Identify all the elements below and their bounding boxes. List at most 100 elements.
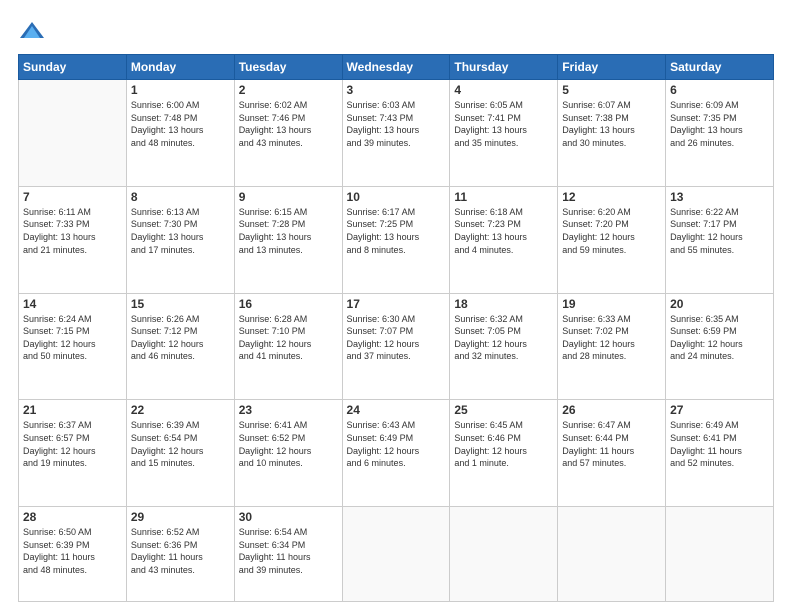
calendar-cell [558, 507, 666, 602]
calendar-cell: 1 Sunrise: 6:00 AMSunset: 7:48 PMDaylight… [126, 80, 234, 187]
calendar-cell: 17 Sunrise: 6:30 AMSunset: 7:07 PMDayligh… [342, 293, 450, 400]
calendar-cell [342, 507, 450, 602]
day-number: 6 [670, 83, 769, 97]
calendar-cell: 21 Sunrise: 6:37 AMSunset: 6:57 PMDayligh… [19, 400, 127, 507]
day-number: 18 [454, 297, 553, 311]
weekday-header-tuesday: Tuesday [234, 55, 342, 80]
calendar-cell: 16Sunrise: 6:28 AMSunset: 7:10 PMDayligh… [234, 293, 342, 400]
cell-info: Sunrise: 6:43 AMSunset: 6:49 PMDaylight:… [347, 419, 446, 469]
cell-info: Sunrise: 6:49 AMSunset: 6:41 PMDaylight:… [670, 419, 769, 469]
calendar-cell: 20 Sunrise: 6:35 AMSunset: 6:59 PMDayligh… [666, 293, 774, 400]
calendar-cell: 29 Sunrise: 6:52 AMSunset: 6:36 PMDayligh… [126, 507, 234, 602]
cell-info: Sunrise: 6:11 AMSunset: 7:33 PMDaylight:… [23, 206, 122, 256]
header [18, 18, 774, 46]
cell-info: Sunrise: 6:03 AMSunset: 7:43 PMDaylight:… [347, 99, 446, 149]
calendar-cell [19, 80, 127, 187]
day-number: 1 [131, 83, 230, 97]
cell-info: Sunrise: 6:52 AMSunset: 6:36 PMDaylight:… [131, 526, 230, 576]
day-number: 21 [23, 403, 122, 417]
weekday-header-wednesday: Wednesday [342, 55, 450, 80]
day-number: 27 [670, 403, 769, 417]
calendar-cell: 8 Sunrise: 6:13 AMSunset: 7:30 PMDaylight… [126, 186, 234, 293]
day-number: 2 [239, 83, 338, 97]
calendar-cell: 5 Sunrise: 6:07 AMSunset: 7:38 PMDaylight… [558, 80, 666, 187]
calendar-cell: 18 Sunrise: 6:32 AMSunset: 7:05 PMDayligh… [450, 293, 558, 400]
cell-info: Sunrise: 6:26 AMSunset: 7:12 PMDaylight:… [131, 313, 230, 363]
cell-info: Sunrise: 6:22 AMSunset: 7:17 PMDaylight:… [670, 206, 769, 256]
calendar-cell: 28 Sunrise: 6:50 AMSunset: 6:39 PMDayligh… [19, 507, 127, 602]
cell-info: Sunrise: 6:41 AMSunset: 6:52 PMDaylight:… [239, 419, 338, 469]
calendar-week-3: 14 Sunrise: 6:24 AMSunset: 7:15 PMDayligh… [19, 293, 774, 400]
calendar-cell: 14 Sunrise: 6:24 AMSunset: 7:15 PMDayligh… [19, 293, 127, 400]
day-number: 17 [347, 297, 446, 311]
cell-info: Sunrise: 6:05 AMSunset: 7:41 PMDaylight:… [454, 99, 553, 149]
page: SundayMondayTuesdayWednesdayThursdayFrid… [0, 0, 792, 612]
calendar-cell: 15 Sunrise: 6:26 AMSunset: 7:12 PMDayligh… [126, 293, 234, 400]
cell-info: Sunrise: 6:35 AMSunset: 6:59 PMDaylight:… [670, 313, 769, 363]
calendar-week-1: 1 Sunrise: 6:00 AMSunset: 7:48 PMDaylight… [19, 80, 774, 187]
calendar-cell: 7 Sunrise: 6:11 AMSunset: 7:33 PMDaylight… [19, 186, 127, 293]
day-number: 30 [239, 510, 338, 524]
day-number: 9 [239, 190, 338, 204]
day-number: 3 [347, 83, 446, 97]
day-number: 8 [131, 190, 230, 204]
day-number: 22 [131, 403, 230, 417]
day-number: 28 [23, 510, 122, 524]
weekday-header-saturday: Saturday [666, 55, 774, 80]
day-number: 25 [454, 403, 553, 417]
weekday-header-thursday: Thursday [450, 55, 558, 80]
day-number: 5 [562, 83, 661, 97]
logo-icon [18, 18, 46, 46]
day-number: 12 [562, 190, 661, 204]
calendar-cell: 26 Sunrise: 6:47 AMSunset: 6:44 PMDayligh… [558, 400, 666, 507]
cell-info: Sunrise: 6:09 AMSunset: 7:35 PMDaylight:… [670, 99, 769, 149]
cell-info: Sunrise: 6:07 AMSunset: 7:38 PMDaylight:… [562, 99, 661, 149]
cell-info: Sunrise: 6:39 AMSunset: 6:54 PMDaylight:… [131, 419, 230, 469]
calendar-cell [666, 507, 774, 602]
day-number: 20 [670, 297, 769, 311]
calendar-cell: 24 Sunrise: 6:43 AMSunset: 6:49 PMDayligh… [342, 400, 450, 507]
day-number: 7 [23, 190, 122, 204]
day-number: 16 [239, 297, 338, 311]
calendar-cell: 2 Sunrise: 6:02 AMSunset: 7:46 PMDaylight… [234, 80, 342, 187]
cell-info: Sunrise: 6:15 AMSunset: 7:28 PMDaylight:… [239, 206, 338, 256]
logo [18, 18, 50, 46]
calendar-week-4: 21 Sunrise: 6:37 AMSunset: 6:57 PMDayligh… [19, 400, 774, 507]
cell-info: Sunrise: 6:24 AMSunset: 7:15 PMDaylight:… [23, 313, 122, 363]
weekday-header-sunday: Sunday [19, 55, 127, 80]
calendar-cell: 19 Sunrise: 6:33 AMSunset: 7:02 PMDayligh… [558, 293, 666, 400]
calendar-cell: 9 Sunrise: 6:15 AMSunset: 7:28 PMDaylight… [234, 186, 342, 293]
calendar-cell: 11 Sunrise: 6:18 AMSunset: 7:23 PMDayligh… [450, 186, 558, 293]
day-number: 24 [347, 403, 446, 417]
cell-info: Sunrise: 6:13 AMSunset: 7:30 PMDaylight:… [131, 206, 230, 256]
calendar-week-2: 7 Sunrise: 6:11 AMSunset: 7:33 PMDaylight… [19, 186, 774, 293]
calendar-cell: 12Sunrise: 6:20 AMSunset: 7:20 PMDayligh… [558, 186, 666, 293]
day-number: 29 [131, 510, 230, 524]
day-number: 10 [347, 190, 446, 204]
day-number: 19 [562, 297, 661, 311]
cell-info: Sunrise: 6:45 AMSunset: 6:46 PMDaylight:… [454, 419, 553, 469]
calendar-cell: 4Sunrise: 6:05 AMSunset: 7:41 PMDaylight… [450, 80, 558, 187]
cell-info: Sunrise: 6:37 AMSunset: 6:57 PMDaylight:… [23, 419, 122, 469]
weekday-header-row: SundayMondayTuesdayWednesdayThursdayFrid… [19, 55, 774, 80]
calendar-cell: 22 Sunrise: 6:39 AMSunset: 6:54 PMDayligh… [126, 400, 234, 507]
calendar-cell [450, 507, 558, 602]
day-number: 26 [562, 403, 661, 417]
day-number: 15 [131, 297, 230, 311]
weekday-header-monday: Monday [126, 55, 234, 80]
day-number: 14 [23, 297, 122, 311]
cell-info: Sunrise: 6:02 AMSunset: 7:46 PMDaylight:… [239, 99, 338, 149]
cell-info: Sunrise: 6:18 AMSunset: 7:23 PMDaylight:… [454, 206, 553, 256]
cell-info: Sunrise: 6:47 AMSunset: 6:44 PMDaylight:… [562, 419, 661, 469]
day-number: 23 [239, 403, 338, 417]
cell-info: Sunrise: 6:33 AMSunset: 7:02 PMDaylight:… [562, 313, 661, 363]
day-number: 11 [454, 190, 553, 204]
calendar-cell: 23 Sunrise: 6:41 AMSunset: 6:52 PMDayligh… [234, 400, 342, 507]
cell-info: Sunrise: 6:00 AMSunset: 7:48 PMDaylight:… [131, 99, 230, 149]
cell-info: Sunrise: 6:50 AMSunset: 6:39 PMDaylight:… [23, 526, 122, 576]
cell-info: Sunrise: 6:32 AMSunset: 7:05 PMDaylight:… [454, 313, 553, 363]
cell-info: Sunrise: 6:17 AMSunset: 7:25 PMDaylight:… [347, 206, 446, 256]
cell-info: Sunrise: 6:54 AMSunset: 6:34 PMDaylight:… [239, 526, 338, 576]
day-number: 13 [670, 190, 769, 204]
cell-info: Sunrise: 6:30 AMSunset: 7:07 PMDaylight:… [347, 313, 446, 363]
